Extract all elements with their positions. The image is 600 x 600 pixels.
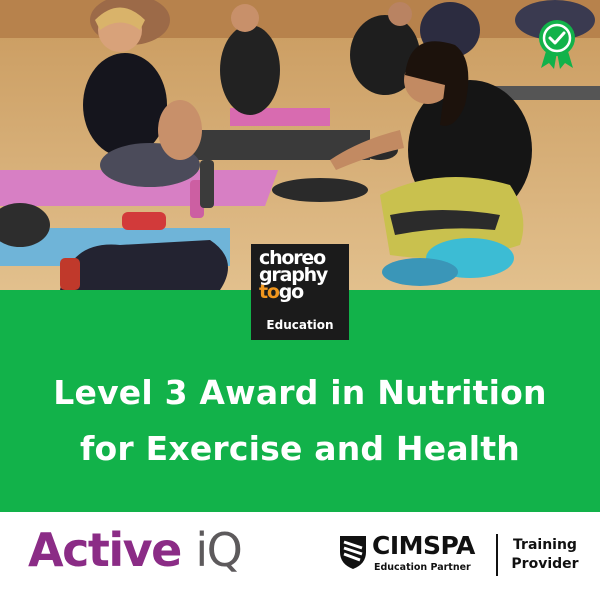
- logo-line-3: togo: [259, 281, 343, 303]
- activeiq-iq-text: iQ: [195, 523, 243, 577]
- award-ribbon-checkmark-icon: [539, 20, 575, 69]
- course-title: Level 3 Award in Nutrition for Exercise …: [0, 365, 600, 477]
- course-title-line-2: for Exercise and Health: [80, 429, 520, 468]
- training-line-2: Provider: [511, 556, 579, 572]
- cimspa-shield-icon: [340, 536, 366, 569]
- cimspa-name: CIMSPA: [372, 531, 475, 560]
- course-title-line-1: Level 3 Award in Nutrition: [53, 373, 547, 412]
- choreography-to-go-logo: choreo graphy togo Education: [251, 244, 349, 340]
- cimspa-divider: [496, 534, 498, 576]
- training-line-1: Training: [513, 537, 577, 553]
- training-provider-label: Training Provider: [505, 536, 585, 574]
- logo-education-text: Education: [266, 318, 334, 332]
- cimspa-education-partner: Education Partner: [374, 562, 471, 573]
- logo-to-text: to: [259, 281, 280, 303]
- activeiq-logo: Active iQ: [28, 520, 243, 580]
- activeiq-text: Active: [28, 523, 196, 577]
- logo-go-text: go: [278, 281, 304, 303]
